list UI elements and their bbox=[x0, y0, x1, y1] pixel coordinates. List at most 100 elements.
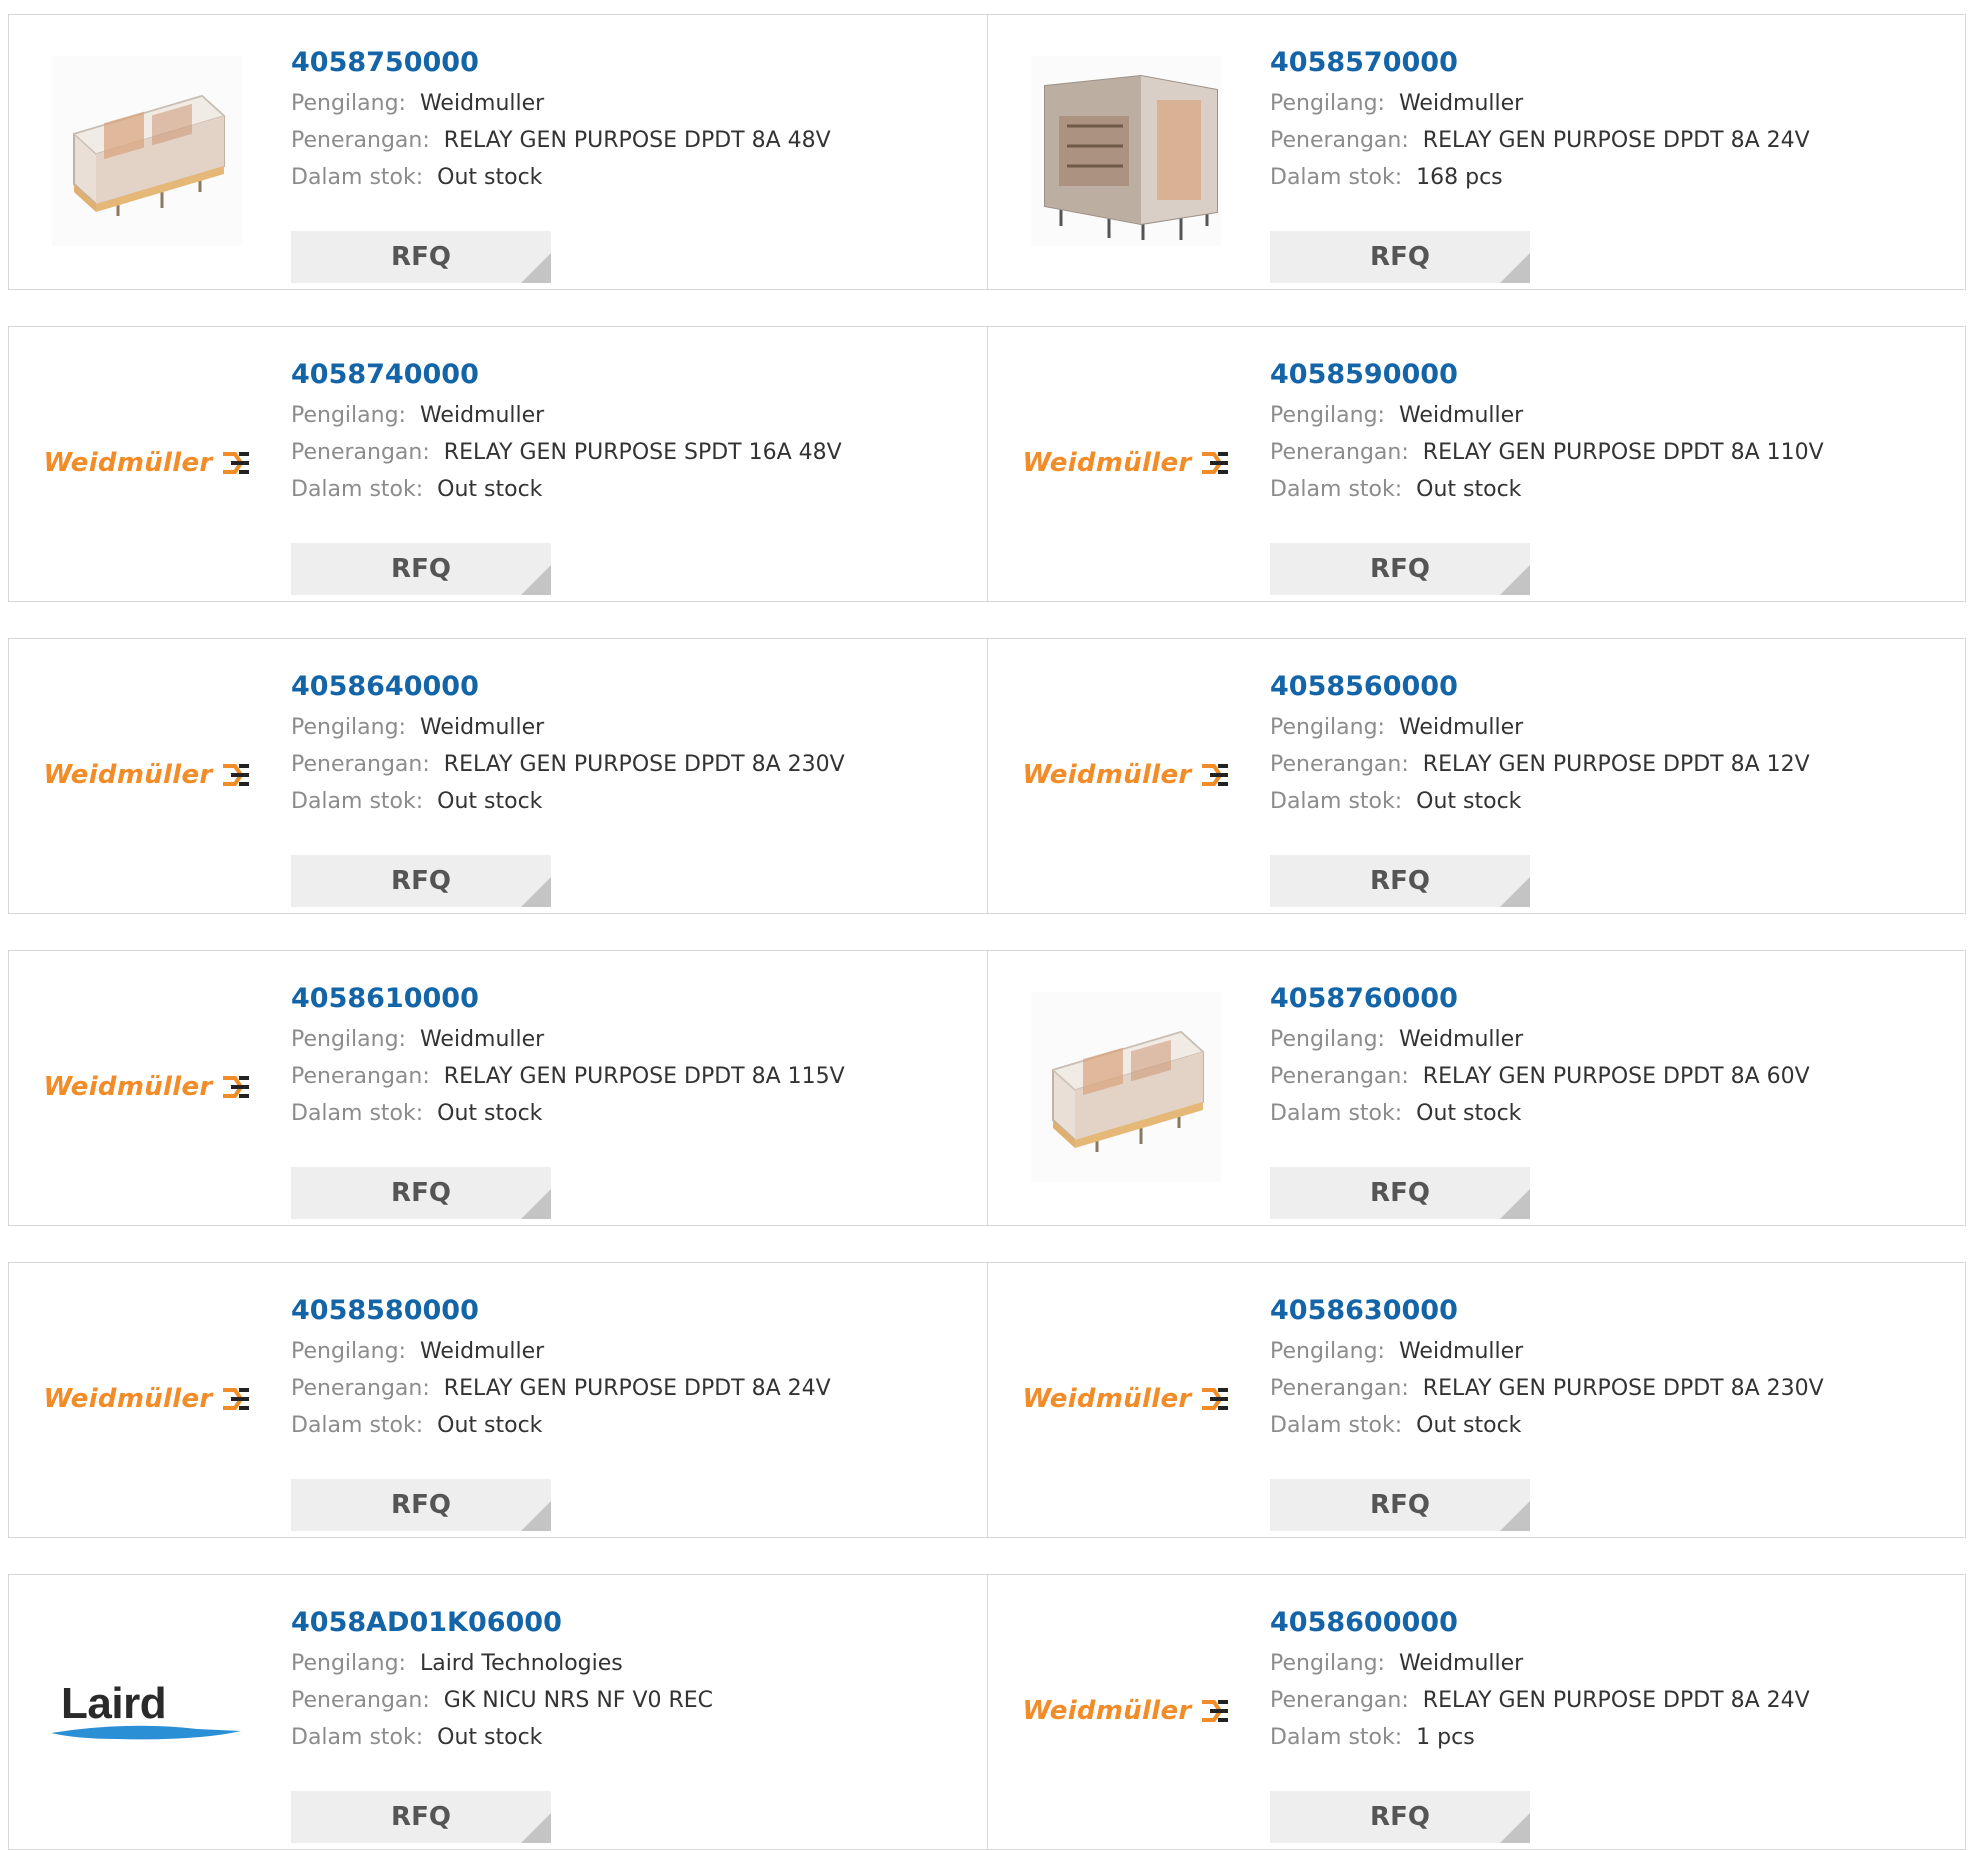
product-card: Weidmüller 4058600000 Pengilang: Weidmulle… bbox=[987, 1575, 1965, 1849]
weidmuller-logo: Weidmüller bbox=[1022, 1696, 1229, 1726]
rfq-button[interactable]: RFQ bbox=[291, 1167, 551, 1219]
weidmuller-logo: Weidmüller bbox=[43, 1072, 250, 1102]
product-thumbnail[interactable]: Weidmüller bbox=[43, 363, 249, 563]
description-label: Penerangan: bbox=[1270, 1064, 1409, 1089]
rfq-label: RFQ bbox=[1370, 1178, 1430, 1208]
product-card: 4058750000 Pengilang: Weidmuller Penerangan… bbox=[9, 15, 987, 289]
weidmuller-logo-text: Weidmüller bbox=[43, 448, 213, 478]
weidmuller-mark-icon bbox=[1201, 452, 1228, 474]
description-label: Penerangan: bbox=[1270, 1376, 1409, 1401]
part-number-link[interactable]: 4058570000 bbox=[1270, 45, 1945, 81]
rfq-button[interactable]: RFQ bbox=[291, 1479, 551, 1531]
product-thumbnail[interactable]: Weidmüller bbox=[43, 1299, 249, 1499]
manufacturer-line: Pengilang: Weidmuller bbox=[291, 1021, 967, 1058]
product-thumbnail[interactable] bbox=[1026, 987, 1226, 1187]
weidmuller-logo: Weidmüller bbox=[43, 448, 250, 478]
product-card: Laird 4058AD01K06000 Pengilang: Laird Tech… bbox=[9, 1575, 987, 1849]
part-number-link[interactable]: 4058740000 bbox=[291, 357, 967, 393]
rfq-button[interactable]: RFQ bbox=[1270, 543, 1530, 595]
product-thumbnail[interactable]: Weidmüller bbox=[1022, 675, 1228, 875]
description-line: Penerangan: RELAY GEN PURPOSE DPDT 8A 230… bbox=[291, 746, 967, 783]
description-value: RELAY GEN PURPOSE DPDT 8A 115V bbox=[443, 1064, 845, 1089]
manufacturer-value: Laird Technologies bbox=[419, 1651, 623, 1676]
description-value: GK NICU NRS NF V0 REC bbox=[443, 1688, 714, 1713]
rfq-button[interactable]: RFQ bbox=[1270, 231, 1530, 283]
manufacturer-value: Weidmuller bbox=[1398, 91, 1524, 116]
manufacturer-label: Pengilang: bbox=[291, 715, 406, 740]
product-row: Weidmüller 4058580000 Pengilang: Weidmulle… bbox=[8, 1262, 1966, 1538]
stock-value: Out stock bbox=[437, 1413, 543, 1438]
product-thumbnail[interactable]: Weidmüller bbox=[43, 675, 249, 875]
product-card: Weidmüller 4058560000 Pengilang: Weidmulle… bbox=[987, 639, 1965, 913]
rfq-corner-decoration bbox=[521, 1813, 551, 1843]
product-thumbnail[interactable] bbox=[47, 51, 247, 251]
description-label: Penerangan: bbox=[291, 1064, 430, 1089]
manufacturer-label: Pengilang: bbox=[1270, 91, 1385, 116]
stock-value: Out stock bbox=[437, 1101, 543, 1126]
description-line: Penerangan: RELAY GEN PURPOSE DPDT 8A 24V bbox=[291, 1370, 967, 1407]
description-label: Penerangan: bbox=[291, 1376, 430, 1401]
product-thumbnail[interactable]: Laird bbox=[47, 1611, 247, 1811]
rfq-button[interactable]: RFQ bbox=[1270, 1479, 1530, 1531]
rfq-label: RFQ bbox=[391, 554, 451, 584]
product-thumbnail[interactable]: Weidmüller bbox=[1022, 1611, 1228, 1811]
product-thumbnail[interactable] bbox=[1026, 51, 1226, 251]
part-number-link[interactable]: 4058610000 bbox=[291, 981, 967, 1017]
weidmuller-mark-icon bbox=[222, 1076, 249, 1098]
manufacturer-line: Pengilang: Weidmuller bbox=[1270, 1333, 1945, 1370]
rfq-corner-decoration bbox=[1500, 253, 1530, 283]
manufacturer-value: Weidmuller bbox=[419, 1339, 545, 1364]
part-number-link[interactable]: 4058750000 bbox=[291, 45, 967, 81]
manufacturer-label: Pengilang: bbox=[291, 1651, 406, 1676]
rfq-button[interactable]: RFQ bbox=[291, 231, 551, 283]
weidmuller-logo: Weidmüller bbox=[1022, 448, 1229, 478]
rfq-button[interactable]: RFQ bbox=[291, 855, 551, 907]
rfq-button[interactable]: RFQ bbox=[1270, 1167, 1530, 1219]
stock-line: Dalam stok: Out stock bbox=[1270, 1095, 1945, 1132]
manufacturer-label: Pengilang: bbox=[1270, 1651, 1385, 1676]
product-row: Weidmüller 4058740000 Pengilang: Weidmulle… bbox=[8, 326, 1966, 602]
rfq-label: RFQ bbox=[1370, 242, 1430, 272]
product-thumbnail[interactable]: Weidmüller bbox=[1022, 363, 1228, 563]
stock-line: Dalam stok: Out stock bbox=[1270, 783, 1945, 820]
product-row: Laird 4058AD01K06000 Pengilang: Laird Tech… bbox=[8, 1574, 1966, 1850]
rfq-button[interactable]: RFQ bbox=[1270, 1791, 1530, 1843]
product-row: Weidmüller 4058610000 Pengilang: Weidmulle… bbox=[8, 950, 1966, 1226]
part-number-link[interactable]: 4058580000 bbox=[291, 1293, 967, 1329]
manufacturer-label: Pengilang: bbox=[1270, 403, 1385, 428]
part-number-link[interactable]: 4058590000 bbox=[1270, 357, 1945, 393]
part-number-link[interactable]: 4058630000 bbox=[1270, 1293, 1945, 1329]
part-number-link[interactable]: 4058600000 bbox=[1270, 1605, 1945, 1641]
rfq-button[interactable]: RFQ bbox=[1270, 855, 1530, 907]
rfq-corner-decoration bbox=[1500, 565, 1530, 595]
description-label: Penerangan: bbox=[1270, 128, 1409, 153]
product-card: Weidmüller 4058610000 Pengilang: Weidmulle… bbox=[9, 951, 987, 1225]
rfq-button[interactable]: RFQ bbox=[291, 543, 551, 595]
product-info: 4058610000 Pengilang: Weidmuller Penerangan… bbox=[291, 981, 967, 1219]
part-number-link[interactable]: 4058760000 bbox=[1270, 981, 1945, 1017]
description-value: RELAY GEN PURPOSE SPDT 16A 48V bbox=[443, 440, 842, 465]
stock-value: Out stock bbox=[1416, 789, 1522, 814]
part-number-link[interactable]: 4058AD01K06000 bbox=[291, 1605, 967, 1641]
description-value: RELAY GEN PURPOSE DPDT 8A 12V bbox=[1422, 752, 1810, 777]
stock-label: Dalam stok: bbox=[1270, 1725, 1403, 1750]
rfq-label: RFQ bbox=[391, 1490, 451, 1520]
description-label: Penerangan: bbox=[291, 128, 430, 153]
stock-value: Out stock bbox=[437, 789, 543, 814]
manufacturer-label: Pengilang: bbox=[291, 1027, 406, 1052]
stock-label: Dalam stok: bbox=[291, 1413, 424, 1438]
product-info: 4058750000 Pengilang: Weidmuller Penerangan… bbox=[291, 45, 967, 283]
product-thumbnail[interactable]: Weidmüller bbox=[43, 987, 249, 1187]
rfq-label: RFQ bbox=[391, 866, 451, 896]
product-thumbnail[interactable]: Weidmüller bbox=[1022, 1299, 1228, 1499]
stock-label: Dalam stok: bbox=[291, 477, 424, 502]
part-number-link[interactable]: 4058640000 bbox=[291, 669, 967, 705]
product-info: 4058740000 Pengilang: Weidmuller Penerangan… bbox=[291, 357, 967, 595]
description-label: Penerangan: bbox=[1270, 440, 1409, 465]
manufacturer-line: Pengilang: Laird Technologies bbox=[291, 1645, 967, 1682]
rfq-button[interactable]: RFQ bbox=[291, 1791, 551, 1843]
rfq-label: RFQ bbox=[391, 1178, 451, 1208]
manufacturer-line: Pengilang: Weidmuller bbox=[291, 85, 967, 122]
part-number-link[interactable]: 4058560000 bbox=[1270, 669, 1945, 705]
relay-photo bbox=[1031, 56, 1221, 246]
